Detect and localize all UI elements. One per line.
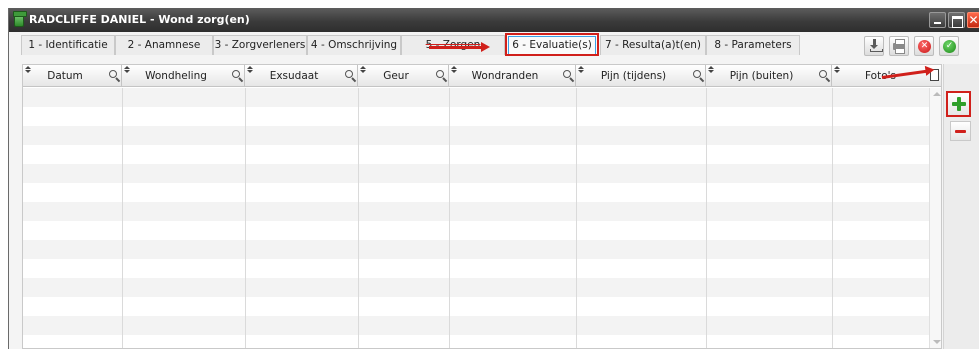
tab-label: 5 - Zorgen [425,39,481,51]
column-header-wondheling[interactable]: Wondheling [122,65,245,87]
close-icon[interactable]: ✕ [967,12,979,28]
minus-icon [955,130,966,133]
table-header: Datum Wondheling Exsudaat Geur Wondrande [23,65,941,87]
table-row[interactable] [23,126,929,145]
tab-label: 3 - Zorgverleners [214,39,306,51]
confirm-icon: ✓ [943,40,956,53]
table-row[interactable] [23,316,929,335]
column-header-pijn-tijdens[interactable]: Pijn (tijdens) [576,65,706,87]
column-divider [245,88,246,348]
column-divider [449,88,450,348]
tab-label: 6 - Evaluatie(s) [508,36,596,54]
table-body [23,88,929,348]
download-button[interactable] [864,36,884,56]
column-header-datum[interactable]: Datum [23,65,122,87]
table-row[interactable] [23,335,929,348]
tab-resultaten[interactable]: 7 - Resulta(a)t(en) [600,35,706,55]
filter-icon[interactable] [232,70,240,78]
column-label: Pijn (tijdens) [600,70,667,82]
table-row[interactable] [23,278,929,297]
wound-care-window: RADCLIFFE DANIEL - Wond zorg(en) ✕ 1 - I… [8,8,979,349]
app-icon [13,11,27,27]
maximize-icon[interactable] [948,12,965,28]
column-header-pijn-buiten[interactable]: Pijn (buiten) [706,65,832,87]
table-row[interactable] [23,107,929,126]
window-title: RADCLIFFE DANIEL - Wond zorg(en) [29,13,250,26]
title-bar[interactable]: RADCLIFFE DANIEL - Wond zorg(en) ✕ [9,8,979,32]
column-label: Pijn (buiten) [729,70,794,82]
scroll-down-icon[interactable] [933,340,941,346]
column-header-exsudaat[interactable]: Exsudaat [245,65,358,87]
tab-evaluaties[interactable]: 6 - Evaluatie(s) [505,33,599,56]
table-row[interactable] [23,240,929,259]
column-header-wondranden[interactable]: Wondranden [449,65,576,87]
column-label: Wondheling [145,70,207,82]
tab-parameters[interactable]: 8 - Parameters [706,35,800,55]
remove-row-button[interactable] [950,121,971,141]
tab-omschrijving[interactable]: 4 - Omschrijving [307,35,401,55]
column-divider [122,88,123,348]
column-header-geur[interactable]: Geur [358,65,449,87]
print-icon [893,39,905,54]
minimize-icon[interactable] [929,12,946,28]
table-row[interactable] [23,88,929,107]
column-divider [706,88,707,348]
tab-anamnese[interactable]: 2 - Anamnese [115,35,213,55]
table-row[interactable] [23,297,929,316]
filter-icon[interactable] [345,70,353,78]
filter-icon[interactable] [693,70,701,78]
add-row-button[interactable] [946,91,971,117]
column-divider [576,88,577,348]
tab-label: 1 - Identificatie [28,39,108,51]
table-row[interactable] [23,164,929,183]
tab-label: 7 - Resulta(a)t(en) [604,39,702,51]
filter-icon[interactable] [819,70,827,78]
plus-icon [952,97,966,111]
column-label: Wondranden [471,70,539,82]
table-row[interactable] [23,202,929,221]
tab-zorgverleners[interactable]: 3 - Zorgverleners [213,35,307,55]
cancel-button[interactable]: ✕ [914,36,934,56]
column-divider [358,88,359,348]
download-icon [868,39,883,54]
cancel-icon: ✕ [918,40,931,53]
column-label: Datum [47,70,83,82]
scroll-up-icon[interactable] [933,92,941,98]
print-button[interactable] [889,36,909,56]
annotation-arrow [429,42,490,52]
tab-label: 8 - Parameters [714,39,792,51]
tab-label: 2 - Anamnese [127,39,201,51]
column-divider [832,88,833,348]
tab-label: 4 - Omschrijving [310,39,398,51]
confirm-button[interactable]: ✓ [939,36,959,56]
table-row[interactable] [23,259,929,278]
table-row[interactable] [23,183,929,202]
vertical-scrollbar[interactable] [929,88,941,348]
table-row[interactable] [23,145,929,164]
table-row[interactable] [23,221,929,240]
evaluations-table: Datum Wondheling Exsudaat Geur Wondrande [22,64,942,349]
tab-identificatie[interactable]: 1 - Identificatie [21,35,115,55]
filter-icon[interactable] [109,70,117,78]
filter-icon[interactable] [436,70,444,78]
column-label: Geur [383,70,409,82]
column-label: Exsudaat [269,70,319,82]
filter-icon[interactable] [563,70,571,78]
